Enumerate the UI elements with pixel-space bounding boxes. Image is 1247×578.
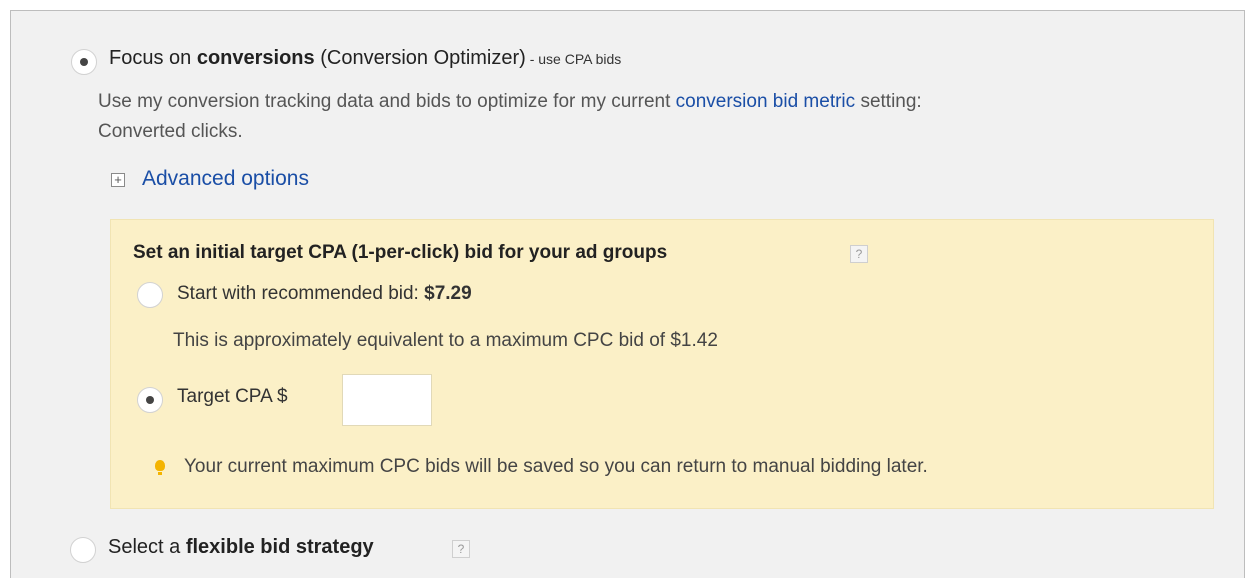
- bid-strategy-panel: Focus on conversions (Conversion Optimiz…: [10, 10, 1245, 578]
- target-cpa-box: Set an initial target CPA (1-per-click) …: [110, 219, 1214, 509]
- flexible-bid-label: Select a flexible bid strategy: [108, 536, 374, 559]
- lightbulb-icon: [155, 460, 165, 475]
- desc-after-link: setting:: [855, 91, 922, 112]
- conversion-bid-metric-link[interactable]: conversion bid metric: [676, 91, 856, 112]
- target-cpa-label: Target CPA $: [177, 386, 288, 407]
- desc-line-2: Converted clicks.: [98, 121, 243, 142]
- conversions-label-prefix: Focus on: [109, 47, 197, 69]
- conversions-option-label: Focus on conversions (Conversion Optimiz…: [109, 47, 621, 70]
- conversions-label-small: - use CPA bids: [525, 51, 622, 67]
- desc-before-link: Use my conversion tracking data and bids…: [98, 91, 676, 112]
- conversions-radio[interactable]: [71, 49, 97, 75]
- help-icon[interactable]: ?: [850, 245, 868, 263]
- recommended-bid-label: Start with recommended bid: $7.29: [177, 283, 472, 305]
- flexible-help-icon[interactable]: ?: [452, 540, 470, 558]
- advanced-options-link[interactable]: Advanced options: [142, 167, 309, 191]
- target-cpa-radio[interactable]: [137, 387, 163, 413]
- flexible-label-prefix: Select a: [108, 536, 186, 558]
- flexible-bid-radio[interactable]: [70, 537, 96, 563]
- flexible-label-bold: flexible bid strategy: [185, 536, 374, 558]
- target-cpa-input[interactable]: [342, 374, 432, 426]
- manual-bidding-tip: Your current maximum CPC bids will be sa…: [184, 456, 928, 477]
- expand-plus-icon[interactable]: +: [111, 173, 125, 187]
- target-cpa-heading: Set an initial target CPA (1-per-click) …: [133, 242, 668, 263]
- conversions-label-bold: conversions: [196, 47, 315, 69]
- recommended-bid-radio[interactable]: [137, 282, 163, 308]
- recommended-bid-value: $7.29: [424, 283, 472, 304]
- conversions-description: Use my conversion tracking data and bids…: [98, 87, 1208, 147]
- equivalent-cpc-note: This is approximately equivalent to a ma…: [173, 330, 718, 351]
- conversions-label-suffix: (Conversion Optimizer): [314, 47, 526, 69]
- recommended-bid-text: Start with recommended bid:: [177, 283, 425, 304]
